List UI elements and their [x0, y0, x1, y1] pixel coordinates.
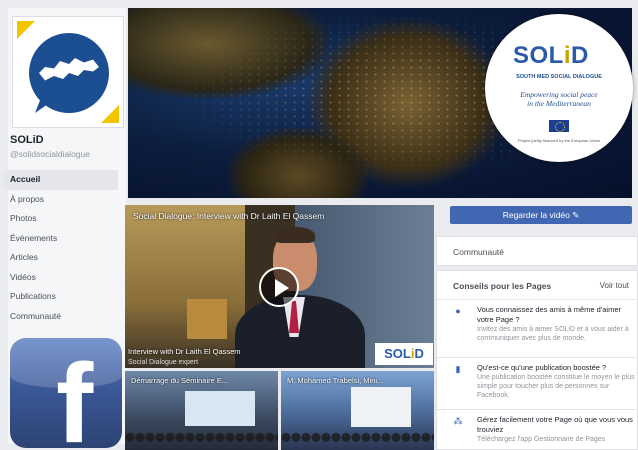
thumbnail-screen [351, 387, 411, 427]
profile-picture[interactable] [12, 16, 124, 128]
play-button-icon[interactable] [259, 267, 299, 307]
thumbnail-audience [281, 432, 434, 450]
solid-subtitle: SOUTH MED SOCIAL DIALOGUE [516, 74, 602, 80]
thumbnail-screen [185, 391, 255, 426]
thumbnail-audience [125, 432, 278, 450]
funding-note: Project jointly financed by the European… [517, 138, 601, 143]
tip-description: Invitez des amis à aimer SOLiD et à vous… [477, 326, 629, 343]
person-pin-icon: ● [455, 306, 461, 316]
video-caption-subtitle: Social Dialogue expert [128, 359, 199, 366]
logo-corner-decoration [17, 21, 35, 39]
page-name[interactable]: SOLiD [10, 134, 44, 146]
video-title[interactable]: Social Dialogue: Interview with Dr Laith… [133, 211, 324, 221]
speaker-hair [275, 227, 315, 243]
facebook-icon: f [10, 338, 122, 448]
tips-heading: Conseils pour les Pages [453, 281, 552, 291]
video-thumbnail[interactable]: Démarrage du Séminaire E... [125, 371, 278, 450]
community-label: Communauté [453, 247, 505, 257]
tip-description: Téléchargez l'app Gestionnaire de Pages [477, 436, 606, 443]
page-tips-panel: Conseils pour les Pages Voir tout ● Vous… [436, 270, 638, 450]
nav-item-communaute[interactable]: Communauté [4, 307, 118, 327]
thumbnail-title[interactable]: Démarrage du Séminaire E... [131, 376, 228, 385]
solid-tagline: Empowering social peace in the Mediterra… [485, 90, 633, 109]
community-section[interactable]: Communauté [436, 236, 638, 266]
video-shelf [187, 299, 227, 339]
see-all-link[interactable]: Voir tout [600, 281, 629, 290]
tip-item[interactable]: ▮ Qu'est-ce qu'une publication boostée ?… [437, 357, 638, 409]
featured-video[interactable]: Social Dialogue: Interview with Dr Laith… [125, 205, 434, 368]
network-icon: ⁂ [453, 416, 463, 426]
video-caption: Interview with Dr Laith El Qassem [128, 347, 241, 356]
right-column: Regarder la vidéo ✎ Communauté Conseils … [436, 200, 638, 450]
page-nav: Accueil À propos Photos Évènements Artic… [4, 170, 118, 326]
chart-icon: ▮ [455, 364, 461, 374]
tip-item[interactable]: ⁂ Gérez facilement votre Page où que vou… [437, 409, 638, 450]
tip-description: Une publication boostée constitue le moy… [477, 374, 635, 400]
tip-title[interactable]: Vous connaissez des amis à même d'aimer … [477, 305, 635, 325]
page-handle[interactable]: @solidsocialdialogue [10, 149, 90, 159]
nav-item-photos[interactable]: Photos [4, 209, 118, 229]
thumbnail-title[interactable]: M. Mohamed Trabelsi, Mini... [287, 376, 383, 385]
nav-item-articles[interactable]: Articles [4, 248, 118, 268]
nav-item-publications[interactable]: Publications [4, 287, 118, 307]
nav-item-a-propos[interactable]: À propos [4, 190, 118, 210]
logo-corner-decoration [101, 105, 119, 123]
solid-badge: SOLiD SOUTH MED SOCIAL DIALOGUE Empoweri… [485, 14, 633, 162]
video-background [125, 205, 245, 368]
video-solid-logo: SOLiD [375, 343, 433, 365]
tip-item[interactable]: ● Vous connaissez des amis à même d'aime… [437, 299, 638, 357]
tagline-line-2: in the Mediterranean [527, 99, 591, 109]
facebook-f-letter: f [56, 341, 94, 449]
eu-flag-icon [549, 120, 569, 132]
nav-item-evenements[interactable]: Évènements [4, 229, 118, 249]
nav-item-accueil[interactable]: Accueil [4, 170, 118, 190]
tip-title[interactable]: Qu'est-ce qu'une publication boostée ? [477, 363, 635, 373]
video-thumbnail[interactable]: M. Mohamed Trabelsi, Mini... [281, 371, 434, 450]
solid-logo: SOLiD [513, 42, 589, 69]
tip-title[interactable]: Gérez facilement votre Page où que vous … [477, 415, 635, 435]
watch-video-button[interactable]: Regarder la vidéo ✎ [450, 206, 632, 224]
tagline-line-1: Empowering social peace [520, 90, 598, 99]
nav-item-videos[interactable]: Vidéos [4, 268, 118, 288]
